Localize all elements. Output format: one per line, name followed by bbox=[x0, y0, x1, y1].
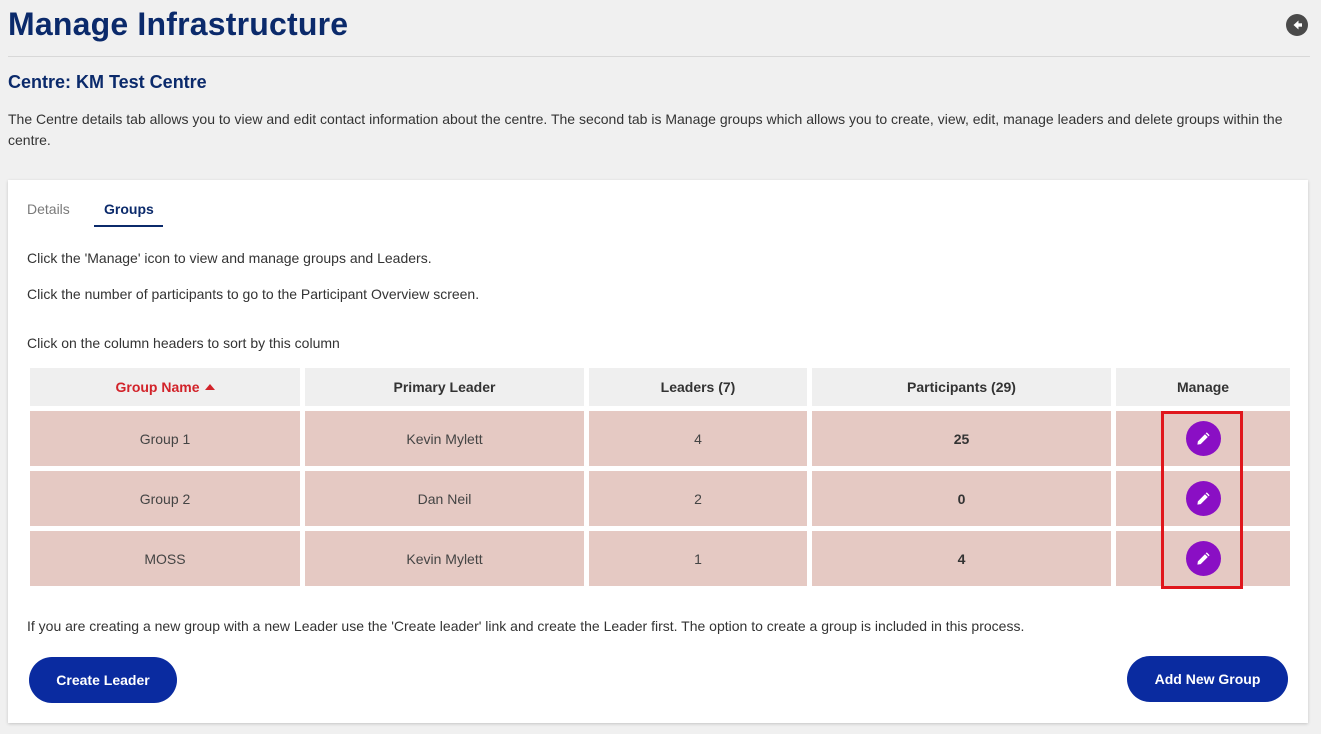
cell-primary-leader: Kevin Mylett bbox=[305, 531, 584, 586]
arrow-left-circle-icon bbox=[1293, 20, 1302, 30]
create-leader-button[interactable]: Create Leader bbox=[29, 657, 177, 703]
cell-primary-leader: Dan Neil bbox=[305, 471, 584, 526]
manage-edit-button[interactable] bbox=[1185, 421, 1221, 456]
title-divider bbox=[8, 56, 1310, 57]
table-row: MOSS Kevin Mylett 1 4 bbox=[30, 531, 1290, 586]
column-header-manage: Manage bbox=[1116, 368, 1290, 406]
cell-leaders-count: 4 bbox=[589, 411, 807, 466]
participants-instruction: Click the number of participants to go t… bbox=[27, 286, 480, 302]
active-tab-indicator bbox=[94, 225, 163, 227]
cell-participants-link[interactable]: 0 bbox=[812, 471, 1111, 526]
create-leader-note: If you are creating a new group with a n… bbox=[27, 618, 1025, 634]
cell-primary-leader: Kevin Mylett bbox=[305, 411, 584, 466]
pencil-icon bbox=[1196, 552, 1210, 565]
tab-details[interactable]: Details bbox=[27, 201, 70, 217]
manage-instruction: Click the 'Manage' icon to view and mana… bbox=[27, 250, 432, 266]
groups-table: Group Name Primary Leader Leaders (7) Pa… bbox=[25, 363, 1295, 591]
cell-group-name: Group 2 bbox=[30, 471, 300, 526]
add-new-group-button[interactable]: Add New Group bbox=[1127, 656, 1288, 702]
cell-participants-link[interactable]: 4 bbox=[812, 531, 1111, 586]
cell-leaders-count: 1 bbox=[589, 531, 807, 586]
column-header-primary-leader[interactable]: Primary Leader bbox=[305, 368, 584, 406]
centre-description: The Centre details tab allows you to vie… bbox=[8, 111, 1283, 148]
cell-participants-link[interactable]: 25 bbox=[812, 411, 1111, 466]
column-header-participants[interactable]: Participants (29) bbox=[812, 368, 1111, 406]
column-header-label: Group Name bbox=[115, 379, 200, 395]
manage-edit-button[interactable] bbox=[1185, 541, 1221, 576]
groups-card: Details Groups Click the 'Manage' icon t… bbox=[8, 180, 1308, 723]
pencil-icon bbox=[1196, 432, 1210, 445]
pencil-icon bbox=[1196, 492, 1210, 505]
cell-group-name: Group 1 bbox=[30, 411, 300, 466]
column-header-group-name[interactable]: Group Name bbox=[30, 368, 300, 406]
cell-group-name: MOSS bbox=[30, 531, 300, 586]
table-row: Group 2 Dan Neil 2 0 bbox=[30, 471, 1290, 526]
cell-leaders-count: 2 bbox=[589, 471, 807, 526]
cell-manage bbox=[1116, 471, 1290, 526]
table-row: Group 1 Kevin Mylett 4 25 bbox=[30, 411, 1290, 466]
cell-manage bbox=[1116, 531, 1290, 586]
back-button[interactable] bbox=[1286, 14, 1308, 36]
column-header-leaders[interactable]: Leaders (7) bbox=[589, 368, 807, 406]
cell-manage bbox=[1116, 411, 1290, 466]
sort-ascending-icon bbox=[204, 384, 215, 390]
tab-groups[interactable]: Groups bbox=[104, 201, 154, 217]
sort-instruction: Click on the column headers to sort by t… bbox=[27, 335, 340, 351]
page-title: Manage Infrastructure bbox=[8, 6, 349, 42]
manage-edit-button[interactable] bbox=[1185, 481, 1221, 516]
centre-title: Centre: KM Test Centre bbox=[8, 72, 207, 92]
table-header-row: Group Name Primary Leader Leaders (7) Pa… bbox=[30, 368, 1290, 406]
